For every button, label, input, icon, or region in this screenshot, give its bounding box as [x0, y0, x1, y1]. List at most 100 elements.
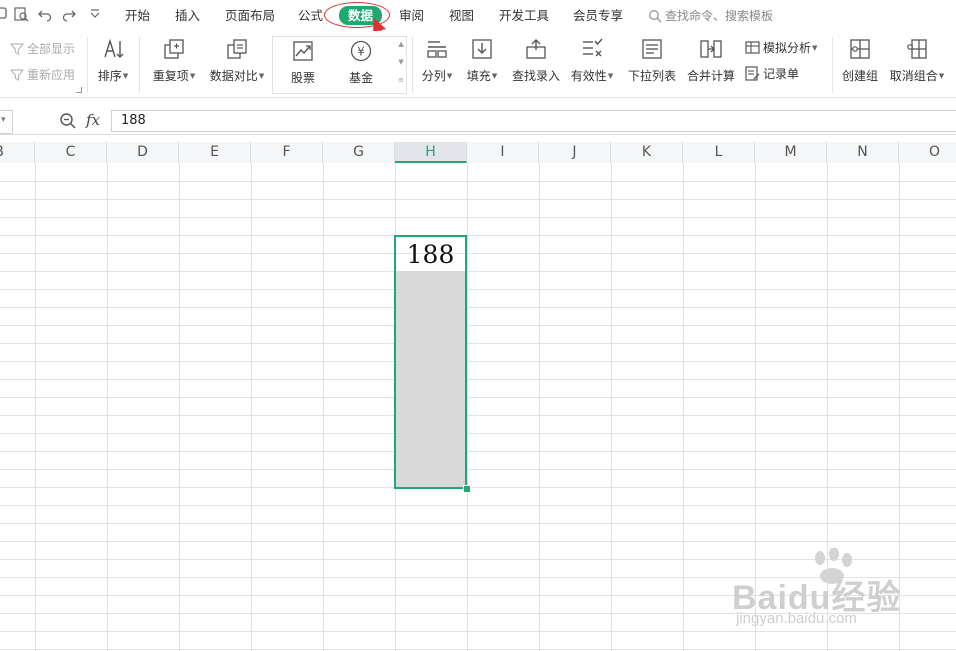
- gallery-expand-icon[interactable]: ≡: [398, 76, 404, 85]
- duplicates-button[interactable]: 重复项▼: [150, 37, 198, 84]
- fill-button[interactable]: 填充▼: [464, 37, 500, 84]
- column-header-d[interactable]: D: [107, 142, 179, 163]
- column-header-h[interactable]: H: [395, 142, 467, 163]
- fill-label: 填充: [466, 69, 491, 83]
- column-header-k[interactable]: K: [611, 142, 683, 163]
- grid-row-line: [0, 523, 956, 524]
- app-icon[interactable]: [0, 6, 10, 24]
- tab-member[interactable]: 会员专享: [573, 7, 623, 25]
- duplicates-label: 重复项: [152, 69, 189, 83]
- insert-function-button[interactable]: fx: [86, 111, 100, 129]
- command-search[interactable]: 查找命令、搜索模板: [648, 7, 773, 24]
- column-header-l[interactable]: L: [683, 142, 755, 163]
- redo-icon[interactable]: [60, 6, 78, 24]
- search-placeholder: 查找命令、搜索模板: [665, 9, 774, 23]
- tab-formulas[interactable]: 公式: [298, 7, 323, 25]
- dropdown-list-button[interactable]: 下拉列表: [626, 37, 678, 84]
- ungroup-button[interactable]: 取消组合▼: [888, 37, 946, 84]
- sort-button[interactable]: 排序▼: [95, 37, 131, 84]
- grid-row-line: [0, 307, 956, 308]
- chevron-down-icon: ▼: [446, 72, 453, 80]
- column-header-i[interactable]: I: [467, 142, 539, 163]
- formula-input[interactable]: 188: [111, 110, 956, 132]
- column-header-f[interactable]: F: [251, 142, 323, 163]
- fill-handle[interactable]: [463, 485, 471, 493]
- grid-row-line: [0, 235, 956, 236]
- column-header-e[interactable]: E: [179, 142, 251, 163]
- grid-row-line: [0, 361, 956, 362]
- what-if-icon: [745, 41, 760, 54]
- grid-row-line: [0, 433, 956, 434]
- customize-toolbar-icon[interactable]: [86, 6, 104, 24]
- validity-button[interactable]: 有效性▼: [569, 37, 615, 84]
- show-all-label: 全部显示: [27, 42, 76, 56]
- column-header-j[interactable]: J: [539, 142, 611, 163]
- grid-row-line: [0, 217, 956, 218]
- grid-row-line: [0, 631, 956, 632]
- consolidate-button[interactable]: 合并计算: [685, 37, 737, 84]
- what-if-label: 模拟分析: [763, 41, 812, 55]
- split-columns-button[interactable]: 分列▼: [419, 37, 455, 84]
- validity-icon: [583, 38, 603, 57]
- tab-home[interactable]: 开始: [125, 7, 150, 25]
- ribbon: 全部显示 重新应用 排序▼ 重复项▼ 数据对比▼ 股票 ¥ 基金 ▲ ▼ ≡ 分…: [0, 31, 956, 98]
- chevron-up-icon[interactable]: ▲: [398, 40, 404, 49]
- tab-insert[interactable]: 插入: [175, 7, 200, 25]
- print-preview-icon[interactable]: [12, 6, 30, 24]
- record-form-icon: [745, 66, 760, 81]
- grid-row-line: [0, 325, 956, 326]
- validity-label: 有效性: [570, 69, 607, 83]
- grid-row-line: [0, 271, 956, 272]
- gallery-scroll[interactable]: ▲ ▼ ≡: [398, 40, 404, 85]
- column-header-g[interactable]: G: [323, 142, 395, 163]
- grid-row-line: [0, 343, 956, 344]
- ribbon-separator: [412, 37, 413, 93]
- split-columns-icon: [427, 41, 447, 58]
- cell-grid[interactable]: 188: [0, 163, 956, 651]
- column-header-o[interactable]: O: [899, 142, 956, 163]
- ribbon-separator: [139, 37, 140, 93]
- lookup-entry-button[interactable]: 查找录入: [509, 37, 563, 84]
- formula-bar: ▾ fx 188: [0, 108, 956, 135]
- grid-row-line: [0, 469, 956, 470]
- grid-row-line: [0, 397, 956, 398]
- tab-page-layout[interactable]: 页面布局: [225, 7, 275, 25]
- chevron-down-icon: ▼: [812, 44, 818, 52]
- what-if-analysis-button[interactable]: 模拟分析▼: [745, 39, 817, 56]
- dropdown-list-label: 下拉列表: [627, 69, 676, 83]
- tab-developer[interactable]: 开发工具: [499, 7, 549, 25]
- tab-view[interactable]: 视图: [449, 7, 474, 25]
- create-group-button[interactable]: 创建组: [838, 37, 882, 84]
- ungroup-icon: [907, 39, 927, 59]
- chevron-down-icon[interactable]: ▼: [398, 58, 404, 67]
- filter-group-launcher[interactable]: [76, 87, 82, 93]
- group-icon: [850, 39, 870, 59]
- fund-label: 基金: [348, 71, 373, 85]
- yuan-coin-icon: ¥: [350, 40, 372, 62]
- chevron-down-icon: ▾: [1, 115, 6, 125]
- zoom-icon[interactable]: [59, 112, 77, 130]
- grid-row-line: [0, 505, 956, 506]
- column-header-c[interactable]: C: [35, 142, 107, 163]
- selection-border: [394, 235, 467, 489]
- duplicates-icon: [164, 39, 184, 59]
- funnel-icon: [10, 43, 24, 55]
- grid-row-line: [0, 487, 956, 488]
- column-header-b[interactable]: B: [0, 142, 35, 163]
- column-header-m[interactable]: M: [755, 142, 827, 163]
- ribbon-separator: [87, 37, 88, 93]
- grid-row-line: [0, 649, 956, 650]
- svg-text:¥: ¥: [357, 45, 365, 59]
- record-form-button[interactable]: 记录单: [745, 65, 799, 82]
- data-compare-button[interactable]: 数据对比▼: [207, 37, 267, 84]
- grid-row-line: [0, 199, 956, 200]
- show-all-button[interactable]: 全部显示: [10, 40, 75, 57]
- name-box-dropdown[interactable]: ▾: [0, 110, 13, 134]
- fund-button[interactable]: ¥ 基金: [343, 39, 379, 86]
- column-header-n[interactable]: N: [827, 142, 899, 163]
- reapply-button[interactable]: 重新应用: [10, 66, 75, 83]
- chevron-down-icon: ▼: [938, 72, 945, 80]
- grid-row-line: [0, 181, 956, 182]
- stock-button[interactable]: 股票: [285, 39, 321, 86]
- undo-icon[interactable]: [36, 6, 54, 24]
